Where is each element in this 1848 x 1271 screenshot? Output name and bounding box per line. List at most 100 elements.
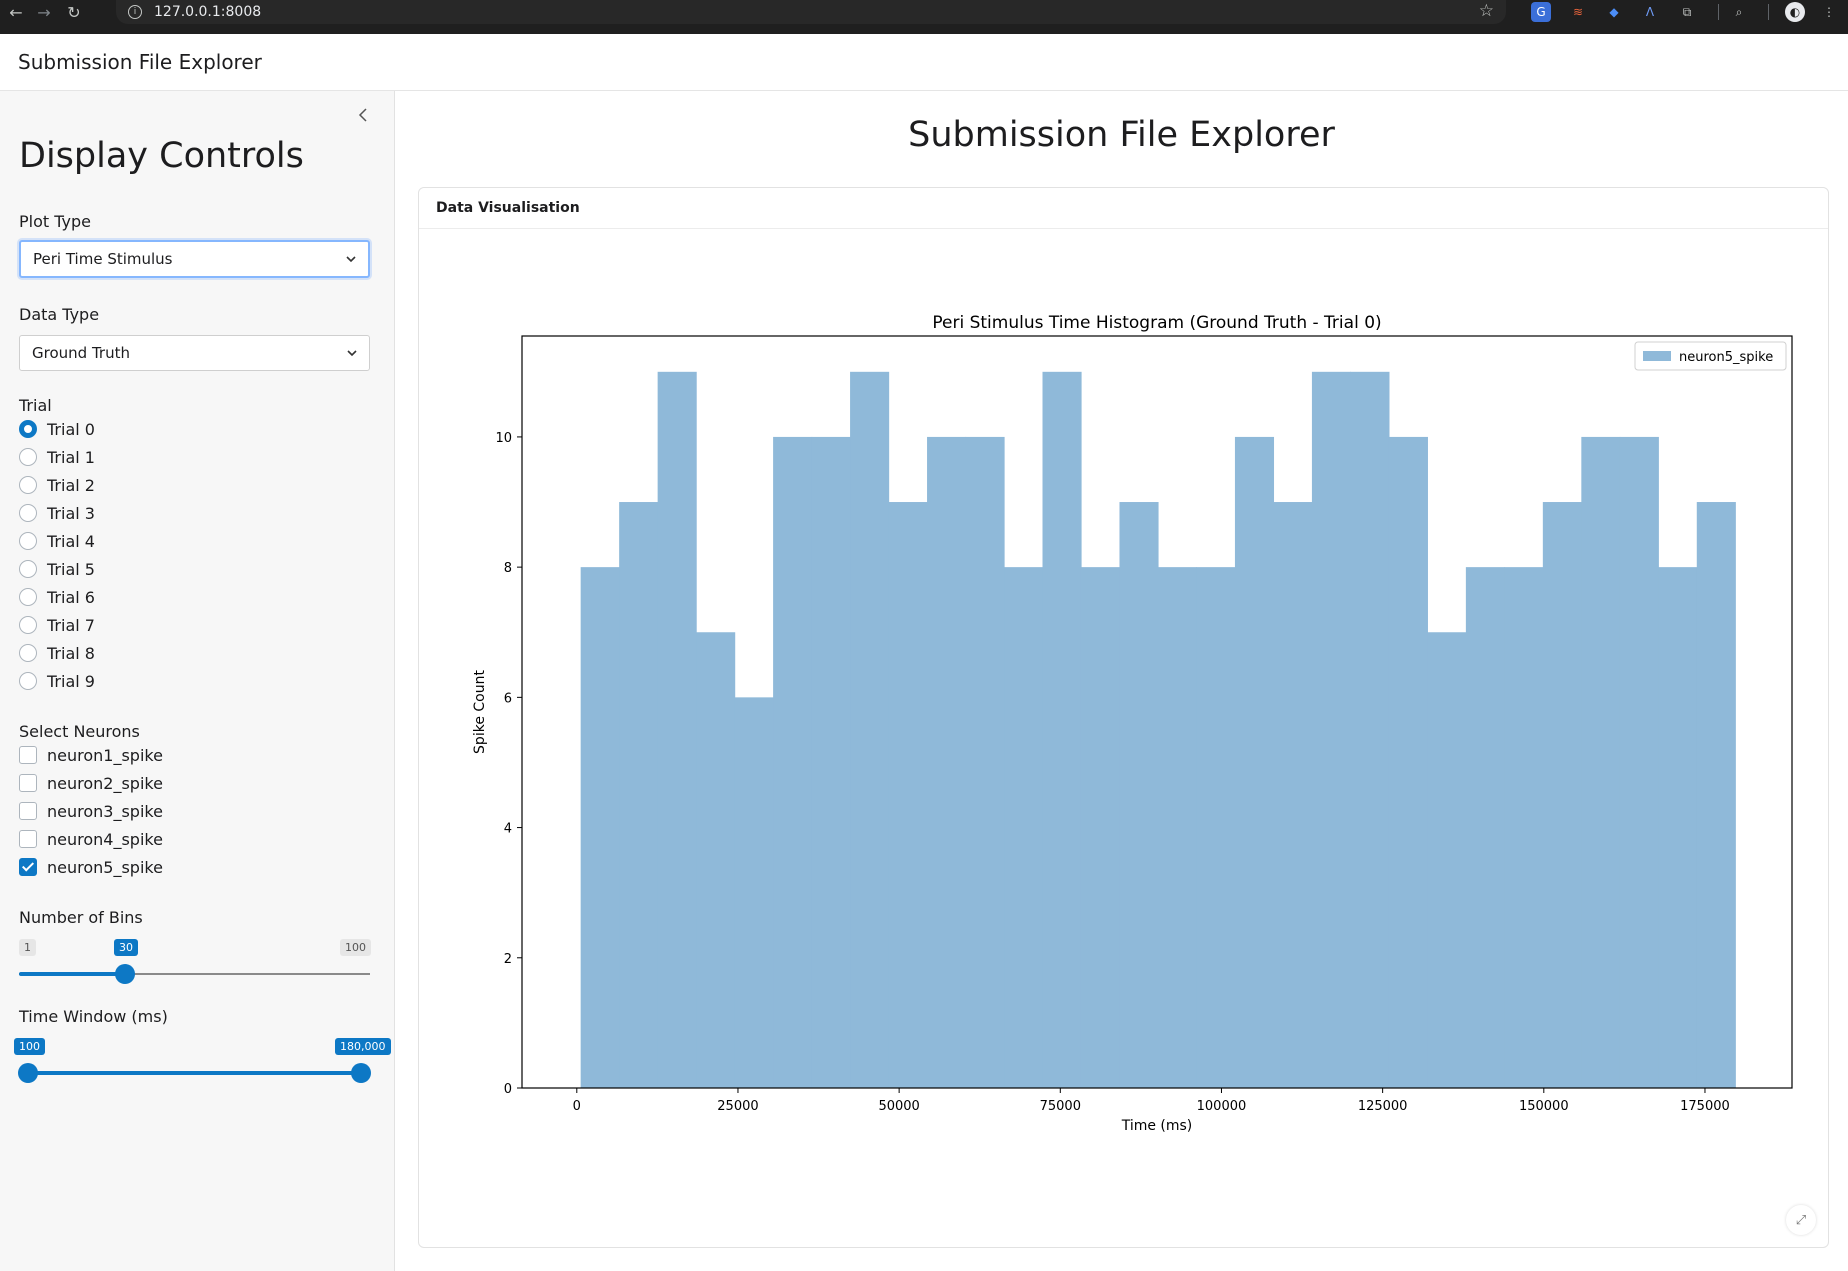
extensions-puzzle-icon[interactable]: ⧉	[1677, 2, 1697, 22]
address-bar[interactable]: i 127.0.0.1:8008 ☆	[116, 0, 1506, 24]
trial-option[interactable]: Trial 1	[19, 446, 95, 468]
trial-radio[interactable]	[19, 532, 37, 550]
data-type-label: Data Type	[19, 305, 100, 324]
trial-option-label: Trial 2	[47, 475, 95, 495]
histogram-bar	[1080, 567, 1121, 1088]
bookmark-star-icon[interactable]: ☆	[1479, 1, 1494, 21]
x-tick-label: 0	[573, 1099, 581, 1114]
histogram-bar	[1619, 436, 1659, 1089]
neuron-option[interactable]: neuron4_spike	[19, 828, 163, 850]
sidebar: Display Controls Plot Type Peri Time Sti…	[0, 91, 395, 1271]
tab-search-icon[interactable]: ⌕	[1729, 2, 1749, 22]
histogram-bar	[619, 502, 659, 1088]
extension-icon[interactable]: ≋	[1568, 2, 1588, 22]
trial-option[interactable]: Trial 3	[19, 502, 95, 524]
x-tick-label: 50000	[878, 1099, 919, 1114]
histogram-bar	[927, 436, 967, 1089]
trial-option[interactable]: Trial 4	[19, 530, 95, 552]
app-header: Submission File Explorer	[0, 34, 1848, 91]
histogram-bar	[1273, 502, 1313, 1088]
fullscreen-expand-icon[interactable]: ⤢	[1786, 1205, 1816, 1235]
histogram-bar	[1004, 567, 1044, 1088]
chart-title: Peri Stimulus Time Histogram (Ground Tru…	[932, 313, 1381, 333]
plot-type-label: Plot Type	[19, 212, 91, 231]
data-type-select[interactable]: Ground Truth	[19, 335, 370, 371]
legend-swatch	[1643, 351, 1671, 361]
histogram-bar	[1119, 502, 1159, 1088]
trial-option[interactable]: Trial 5	[19, 558, 95, 580]
bins-slider-fill	[19, 972, 125, 976]
trial-radio[interactable]	[19, 448, 37, 466]
histogram-bar	[580, 567, 620, 1088]
trial-radio[interactable]	[19, 588, 37, 606]
visualisation-card: Data Visualisation 0 25000 50000 75000 10000…	[418, 187, 1829, 1248]
neuron-option[interactable]: neuron2_spike	[19, 772, 163, 794]
trial-option[interactable]: Trial 9	[19, 670, 95, 692]
back-icon[interactable]: ←	[4, 0, 28, 24]
x-tick-label: 25000	[717, 1099, 758, 1114]
reload-icon[interactable]: ↻	[62, 0, 86, 24]
trial-radio[interactable]	[19, 560, 37, 578]
url-text[interactable]: 127.0.0.1:8008	[154, 4, 261, 20]
bins-slider-handle[interactable]	[115, 964, 135, 984]
trial-radio[interactable]	[19, 476, 37, 494]
trial-option-label: Trial 1	[47, 447, 95, 467]
plot-type-select[interactable]: Peri Time Stimulus	[19, 240, 370, 278]
neuron-checkbox[interactable]	[19, 746, 37, 764]
trial-radio[interactable]	[19, 504, 37, 522]
y-tick-label: 0	[504, 1082, 512, 1097]
time-window-slider-fill	[28, 1071, 361, 1075]
trial-radio[interactable]	[19, 420, 37, 438]
histogram-bar	[1581, 436, 1621, 1089]
neuron-option-label: neuron1_spike	[47, 745, 163, 765]
trial-option[interactable]: Trial 2	[19, 474, 95, 496]
bins-value-tag: 30	[114, 939, 138, 956]
y-axis-label: Spike Count	[472, 670, 488, 754]
collapse-sidebar-button[interactable]	[353, 105, 373, 125]
number-of-bins-label: Number of Bins	[19, 908, 143, 927]
trial-option[interactable]: Trial 7	[19, 614, 95, 636]
histogram-bar	[734, 697, 774, 1088]
sidebar-heading: Display Controls	[19, 136, 304, 176]
trial-option-label: Trial 4	[47, 531, 95, 551]
trial-option[interactable]: Trial 8	[19, 642, 95, 664]
time-window-low-handle[interactable]	[18, 1063, 38, 1083]
histogram-bar	[1542, 502, 1582, 1088]
histogram-chart: 0 25000 50000 75000 100000 125000 150000 175000…	[472, 313, 1793, 1134]
chrome-menu-icon[interactable]: ⋮	[1819, 2, 1839, 22]
histogram-bar	[1234, 436, 1275, 1089]
trial-option-label: Trial 7	[47, 615, 95, 635]
time-window-high-tag: 180,000	[335, 1038, 391, 1055]
extension-icon[interactable]: ◆	[1604, 2, 1624, 22]
profile-avatar-icon[interactable]: ◐	[1785, 2, 1805, 22]
trial-radio[interactable]	[19, 644, 37, 662]
neuron-option[interactable]: neuron5_spike	[19, 856, 163, 878]
translate-extension-icon[interactable]: G	[1531, 2, 1551, 22]
histogram-bar	[811, 436, 851, 1089]
neuron-checkbox[interactable]	[19, 802, 37, 820]
neuron-checkbox[interactable]	[19, 774, 37, 792]
trial-option[interactable]: Trial 0	[19, 418, 95, 440]
trial-radio[interactable]	[19, 616, 37, 634]
neuron-checkbox[interactable]	[19, 858, 37, 876]
neuron-checkbox[interactable]	[19, 830, 37, 848]
time-window-high-handle[interactable]	[351, 1063, 371, 1083]
site-info-icon[interactable]: i	[128, 5, 142, 19]
x-tick-label: 125000	[1358, 1099, 1408, 1114]
card-header: Data Visualisation	[419, 188, 1828, 229]
trial-option[interactable]: Trial 6	[19, 586, 95, 608]
time-window-label: Time Window (ms)	[19, 1007, 168, 1026]
trial-option-label: Trial 8	[47, 643, 95, 663]
histogram-bar	[965, 436, 1005, 1089]
neuron-option[interactable]: neuron3_spike	[19, 800, 163, 822]
neuron-option-label: neuron4_spike	[47, 829, 163, 849]
extension-icon[interactable]: Λ	[1640, 2, 1660, 22]
trial-option-label: Trial 9	[47, 671, 95, 691]
trial-option-label: Trial 3	[47, 503, 95, 523]
neuron-option[interactable]: neuron1_spike	[19, 744, 163, 766]
browser-toolbar: ← → ↻ i 127.0.0.1:8008 ☆ G ≋ ◆ Λ ⧉ ⌕ ◐ ⋮	[0, 0, 1848, 34]
trial-option-label: Trial 6	[47, 587, 95, 607]
trial-radio[interactable]	[19, 672, 37, 690]
select-neurons-label: Select Neurons	[19, 722, 140, 741]
forward-icon[interactable]: →	[32, 0, 56, 24]
